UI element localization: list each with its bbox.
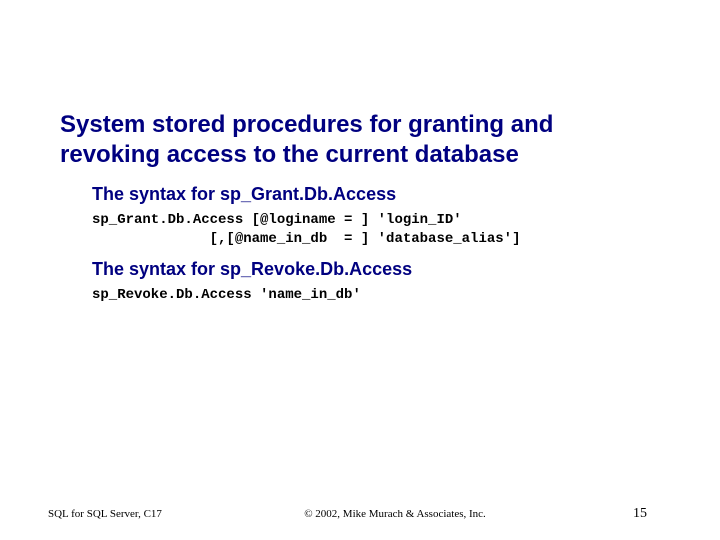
section-grant-heading: The syntax for sp_Grant.Db.Access (92, 184, 660, 205)
footer-copyright: © 2002, Mike Murach & Associates, Inc. (230, 508, 560, 520)
section-grant: The syntax for sp_Grant.Db.Access sp_Gra… (60, 184, 660, 249)
section-grant-code: sp_Grant.Db.Access [@loginame = ] 'login… (92, 211, 660, 249)
slide-title: System stored procedures for granting an… (60, 110, 660, 170)
footer-left-text: SQL for SQL Server, C17 (0, 508, 230, 520)
section-revoke-code: sp_Revoke.Db.Access 'name_in_db' (92, 286, 660, 305)
section-revoke-heading: The syntax for sp_Revoke.Db.Access (92, 259, 660, 280)
slide-footer: SQL for SQL Server, C17 © 2002, Mike Mur… (0, 506, 720, 522)
slide-number: 15 (560, 506, 720, 522)
section-revoke: The syntax for sp_Revoke.Db.Access sp_Re… (60, 259, 660, 305)
